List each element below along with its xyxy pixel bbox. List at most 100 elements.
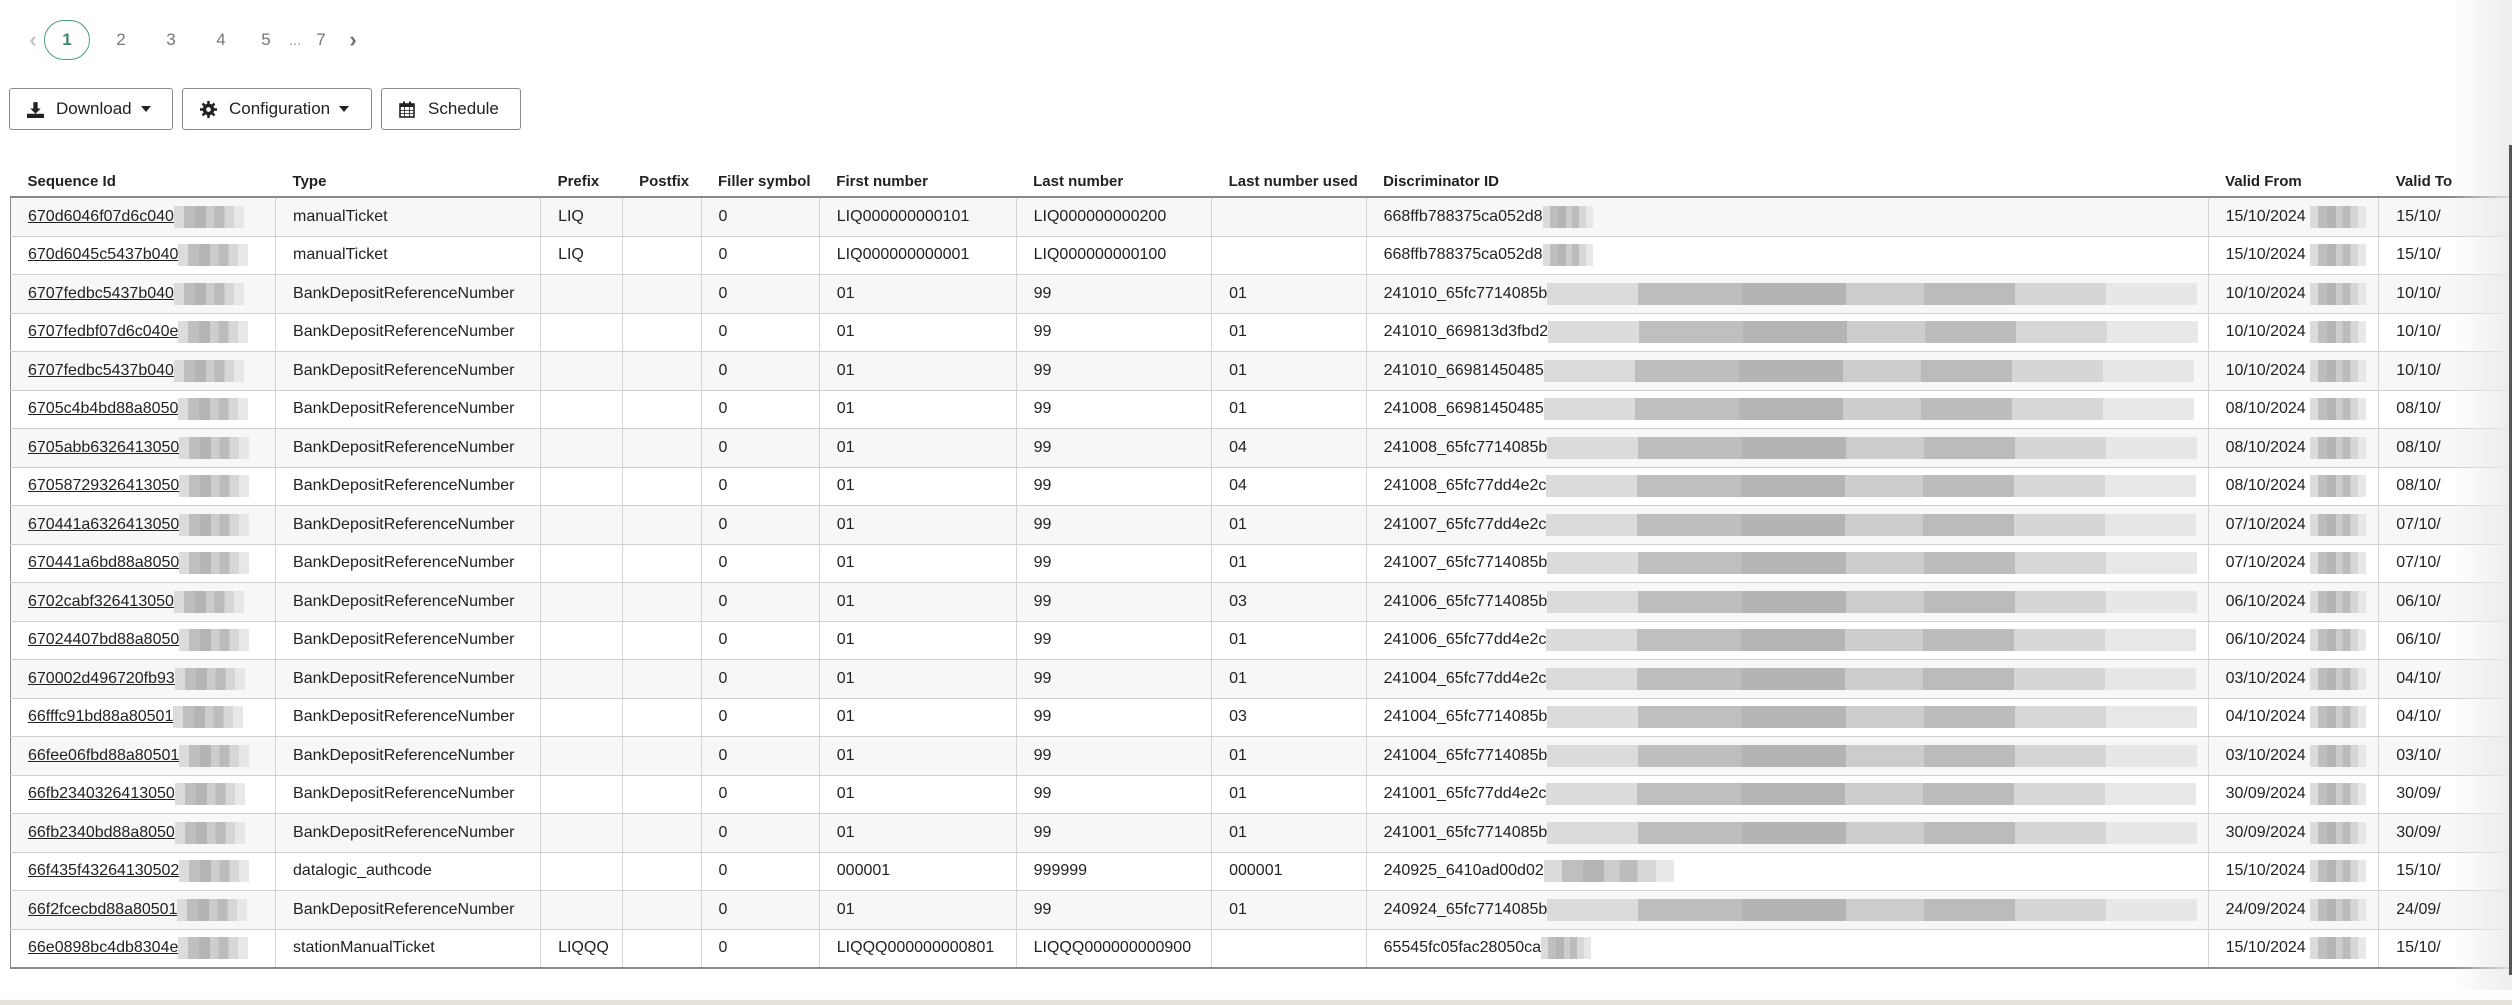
cell-sequence-id: 66f2fcecbd88a80501	[9, 890, 277, 930]
cell-last-number-used: 01	[1211, 390, 1367, 429]
cell-discriminator-id: 241004_65fc7714085b	[1366, 736, 2209, 776]
column-header-valid-to[interactable]: Valid To	[2378, 166, 2512, 198]
table-row[interactable]: 66f2fcecbd88a80501 BankDepositReferenceNu…	[9, 890, 2512, 930]
cell-first-number-text: 01	[836, 284, 855, 302]
table-row[interactable]: 670441a6326413050 BankDepositReferenceNum…	[9, 505, 2512, 545]
cell-discriminator-id: 668ffb788375ca052d8	[1366, 236, 2209, 275]
redacted-text	[173, 359, 244, 382]
table-row[interactable]: 6707fedbf07d6c040e BankDepositReferenceNu…	[9, 313, 2512, 352]
sequence-id-link[interactable]: 6707fedbf07d6c040e	[28, 323, 178, 340]
redacted-text	[1547, 282, 2198, 305]
redacted-text	[2309, 821, 2366, 844]
column-header-last-number-used[interactable]: Last number used	[1211, 166, 1367, 198]
table-row[interactable]: 67058729326413050 BankDepositReferenceNum…	[9, 467, 2512, 506]
table-row[interactable]: 670441a6bd88a8050 BankDepositReferenceNum…	[9, 544, 2512, 583]
cell-valid-from: 15/10/2024	[2208, 929, 2380, 969]
sequence-id-link[interactable]: 66fee06fbd88a80501	[28, 747, 179, 764]
cell-last-number-used: 01	[1211, 544, 1367, 583]
configuration-button[interactable]: Configuration	[182, 88, 372, 130]
page-button-2[interactable]: 2	[96, 30, 146, 50]
cell-filler-symbol: 0	[701, 390, 820, 429]
sequence-id-link[interactable]: 670441a6bd88a8050	[28, 554, 179, 571]
table-row[interactable]: 670002d496720fb93 BankDepositReferenceNum…	[9, 659, 2512, 699]
table-row[interactable]: 66e0898bc4db8304e stationManualTicket LIQQ…	[9, 929, 2512, 969]
column-header-first-number[interactable]: First number	[819, 166, 1017, 198]
cell-valid-from-text: 04/10/2024	[2225, 708, 2306, 726]
table-row[interactable]: 66fffc91bd88a80501 BankDepositReferenceNu…	[9, 698, 2512, 737]
page-button-5[interactable]: 5	[246, 30, 286, 50]
sequence-id-link[interactable]: 66f2fcecbd88a80501	[28, 901, 177, 918]
sequence-id-link[interactable]: 66fffc91bd88a80501	[28, 708, 173, 725]
cell-filler-symbol: 0	[701, 813, 820, 853]
cell-last-number-used: 01	[1211, 775, 1367, 814]
sequence-id-link[interactable]: 66e0898bc4db8304e	[28, 939, 178, 956]
sequences-table-container: Sequence Id Type Prefix Postfix Filler s…	[9, 166, 2512, 969]
table-row[interactable]: 6707fedbc5437b040 BankDepositReferenceNum…	[9, 274, 2512, 314]
table-row[interactable]: 67024407bd88a8050 BankDepositReferenceNum…	[9, 621, 2512, 660]
column-header-postfix[interactable]: Postfix	[622, 166, 702, 198]
cell-type-text: BankDepositReferenceNumber	[293, 592, 515, 610]
table-row[interactable]: 6705abb6326413050 BankDepositReferenceNum…	[9, 428, 2512, 468]
cell-last-number-used: 04	[1211, 467, 1367, 506]
sequence-id-link[interactable]: 6702cabf326413050	[28, 593, 174, 610]
column-header-type[interactable]: Type	[275, 166, 541, 198]
sequence-id-link[interactable]: 67024407bd88a8050	[28, 631, 179, 648]
sequence-id-link[interactable]: 670d6045c5437b040	[28, 246, 178, 263]
sequence-id-link[interactable]: 66fb2340bd88a8050	[28, 824, 175, 841]
column-header-discriminator-id[interactable]: Discriminator ID	[1366, 166, 2209, 198]
table-row[interactable]: 66f435f43264130502 datalogic_authcode 0 000…	[9, 852, 2512, 891]
column-header-prefix[interactable]: Prefix	[540, 166, 623, 198]
cell-filler-symbol-text: 0	[718, 862, 728, 880]
cell-last-number: 99	[1016, 582, 1213, 622]
sequence-id-link[interactable]: 6705c4b4bd88a8050	[28, 400, 178, 417]
chevron-right-icon[interactable]: ›	[344, 27, 362, 53]
table-row[interactable]: 6702cabf326413050 BankDepositReferenceNum…	[9, 582, 2512, 622]
column-header-sequence-id[interactable]: Sequence Id	[10, 166, 276, 198]
sequence-id-link[interactable]: 66f435f43264130502	[28, 862, 179, 879]
cell-filler-symbol: 0	[701, 929, 820, 969]
cell-valid-from-text: 10/10/2024	[2225, 323, 2306, 341]
cell-discriminator-id-text: 241008_65fc7714085b	[1383, 438, 1548, 456]
sequence-id-link[interactable]: 66fb2340326413050	[28, 785, 175, 802]
cell-type-text: BankDepositReferenceNumber	[293, 323, 515, 341]
table-row[interactable]: 670d6046f07d6c040 manualTicket LIQ 0 LIQ0000…	[9, 197, 2512, 237]
table-row[interactable]: 66fb2340326413050 BankDepositReferenceNum…	[9, 775, 2512, 814]
sequence-id-link[interactable]: 670d6046f07d6c040	[28, 208, 174, 225]
sequence-id-link[interactable]: 670002d496720fb93	[28, 670, 175, 687]
sequence-id-link[interactable]: 670441a6326413050	[28, 516, 179, 533]
cell-valid-to: 06/10/	[2378, 621, 2512, 660]
column-header-valid-from[interactable]: Valid From	[2208, 166, 2379, 198]
sequence-id-link[interactable]: 6707fedbc5437b040	[28, 362, 174, 379]
table-row[interactable]: 6705c4b4bd88a8050 BankDepositReferenceNum…	[9, 390, 2512, 429]
download-button[interactable]: Download	[9, 88, 173, 130]
page-button-7[interactable]: 7	[304, 30, 338, 50]
sequence-id-link[interactable]: 6707fedbc5437b040	[28, 285, 174, 302]
sequence-id-link[interactable]: 6705abb6326413050	[28, 439, 179, 456]
table-row[interactable]: 66fb2340bd88a8050 BankDepositReferenceNum…	[9, 813, 2512, 853]
cell-last-number: 99	[1016, 428, 1213, 468]
schedule-button[interactable]: Schedule	[381, 88, 521, 130]
page-button-4[interactable]: 4	[196, 30, 246, 50]
chevron-left-icon[interactable]: ‹	[24, 27, 42, 53]
table-row[interactable]: 670d6045c5437b040 manualTicket LIQ 0 LIQ0000…	[9, 236, 2512, 275]
cell-last-number: 999999	[1016, 852, 1213, 891]
page-button-3[interactable]: 3	[146, 30, 196, 50]
redacted-text	[173, 590, 244, 613]
cell-last-number-text: LIQ000000000200	[1033, 207, 1167, 225]
page-button-1[interactable]: 1	[44, 20, 90, 60]
cell-type: BankDepositReferenceNumber	[275, 390, 542, 429]
cell-filler-symbol: 0	[701, 736, 820, 776]
table-row[interactable]: 6707fedbc5437b040 BankDepositReferenceNum…	[9, 351, 2512, 391]
cell-first-number: 01	[819, 544, 1017, 583]
cell-last-number: 99	[1016, 775, 1213, 814]
cell-first-number-text: LIQQQ000000000801	[836, 939, 995, 957]
cell-filler-symbol: 0	[701, 659, 820, 699]
cell-filler-symbol-text: 0	[718, 554, 728, 572]
column-header-filler-symbol[interactable]: Filler symbol	[701, 166, 820, 198]
column-header-last-number[interactable]: Last number	[1016, 166, 1212, 198]
table-row[interactable]: 66fee06fbd88a80501 BankDepositReferenceNu…	[9, 736, 2512, 776]
cell-valid-from-text: 08/10/2024	[2225, 438, 2306, 456]
sequence-id-link[interactable]: 67058729326413050	[28, 477, 179, 494]
cell-valid-to-text: 10/10/	[2396, 323, 2441, 341]
cell-valid-to-text: 08/10/	[2396, 477, 2441, 495]
